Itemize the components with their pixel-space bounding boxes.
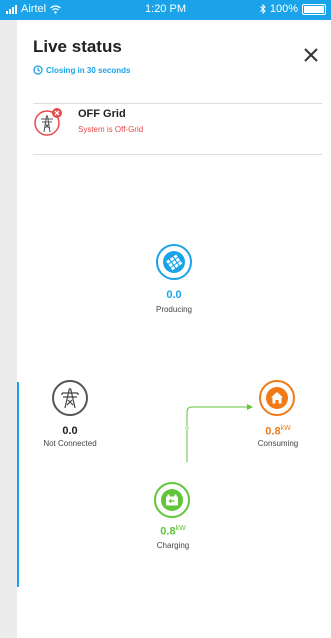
divider <box>33 154 322 155</box>
home-node[interactable] <box>259 380 295 416</box>
power-tower-icon <box>61 388 79 409</box>
battery-value: 0.8kW <box>160 525 186 538</box>
battery-icon <box>302 3 326 15</box>
live-status-panel: Live status Closing in 30 seconds OFF Gr… <box>17 20 331 638</box>
status-bar: Airtel 1:20 PM 100% <box>0 0 331 20</box>
close-button[interactable] <box>300 44 322 66</box>
battery-label: Charging <box>156 541 190 550</box>
battery-node[interactable] <box>154 482 190 518</box>
home-icon <box>266 387 288 409</box>
solar-node[interactable] <box>156 244 192 280</box>
closing-countdown: Closing in 30 seconds <box>33 65 130 75</box>
page-title: Live status <box>33 37 122 56</box>
grid-value: 0.0 <box>62 425 78 437</box>
close-icon <box>304 48 318 62</box>
battery-info: 100% <box>260 3 326 15</box>
grid-label: Not Connected <box>43 439 97 448</box>
grid-node[interactable] <box>52 380 88 416</box>
home-value: 0.8kW <box>265 425 291 438</box>
battery-percent: 100% <box>269 3 298 15</box>
divider <box>33 103 322 104</box>
solar-label: Producing <box>155 305 193 314</box>
battery-charging-icon <box>161 489 183 511</box>
panel-edge-indicator <box>17 382 19 587</box>
solar-panel-icon <box>163 251 185 273</box>
tower-error-icon <box>34 108 62 136</box>
clock-icon <box>33 65 43 75</box>
grid-status-title: OFF Grid <box>78 108 126 120</box>
solar-value: 0.0 <box>166 289 182 301</box>
home-label: Consuming <box>257 439 299 448</box>
bluetooth-icon <box>260 4 266 14</box>
grid-status-subtitle: System is Off-Grid <box>78 125 144 134</box>
closing-text: Closing in 30 seconds <box>46 65 131 75</box>
